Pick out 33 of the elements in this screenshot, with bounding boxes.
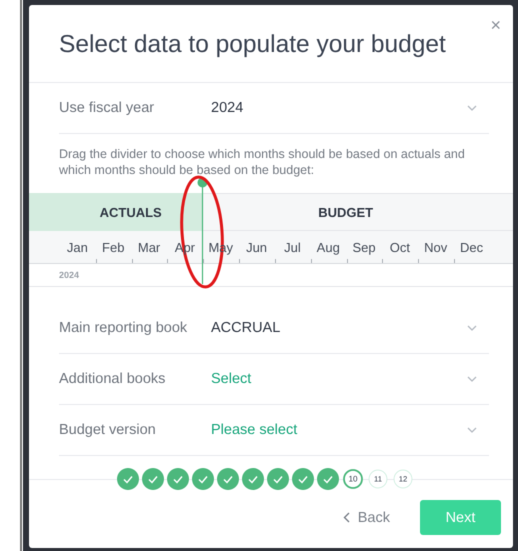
month-label: Oct <box>390 240 410 254</box>
month-label: Mar <box>138 240 160 254</box>
instruction-text: Drag the divider to choose which months should be based on actuals and which months should be based on the budget: <box>59 146 466 178</box>
field-label: Additional books <box>59 371 166 387</box>
close-button[interactable]: × <box>486 15 505 36</box>
chevron-down-icon[interactable] <box>467 376 477 382</box>
chevron-down-icon[interactable] <box>467 427 477 433</box>
month-label: Dec <box>460 240 484 254</box>
field-label: Main reporting book <box>59 320 188 336</box>
divider-handle[interactable] <box>197 177 208 284</box>
month-label: Feb <box>102 240 124 254</box>
dropdown-value[interactable]: ACCRUAL <box>211 320 467 336</box>
dialog-title: Select data to populate your budget <box>59 30 446 58</box>
next-button[interactable]: Next <box>420 500 501 535</box>
chevron-down-icon[interactable] <box>467 325 477 331</box>
dropdown-value[interactable]: Select <box>211 371 467 387</box>
month-label: Jul <box>284 240 301 254</box>
back-button[interactable]: Back <box>342 510 390 526</box>
section-heading: ACTUALS <box>98 204 163 220</box>
year-label: 2024 <box>59 270 80 280</box>
dropdown-value[interactable]: 2024 <box>211 100 467 116</box>
field-label: Budget version <box>59 422 157 438</box>
month-label: Jan <box>66 240 88 254</box>
dropdown-value[interactable]: Please select <box>211 422 467 438</box>
step-indicator: 10 <box>342 469 362 489</box>
chevron-down-icon[interactable] <box>467 105 477 111</box>
section-heading: BUDGET <box>317 204 374 220</box>
month-label: Jun <box>246 240 268 254</box>
month-label: Sep <box>352 240 376 254</box>
month-label: Aug <box>316 240 340 254</box>
field-label: Use fiscal year <box>59 100 156 116</box>
chevron-left-icon <box>342 512 350 523</box>
month-label: Nov <box>424 240 448 254</box>
